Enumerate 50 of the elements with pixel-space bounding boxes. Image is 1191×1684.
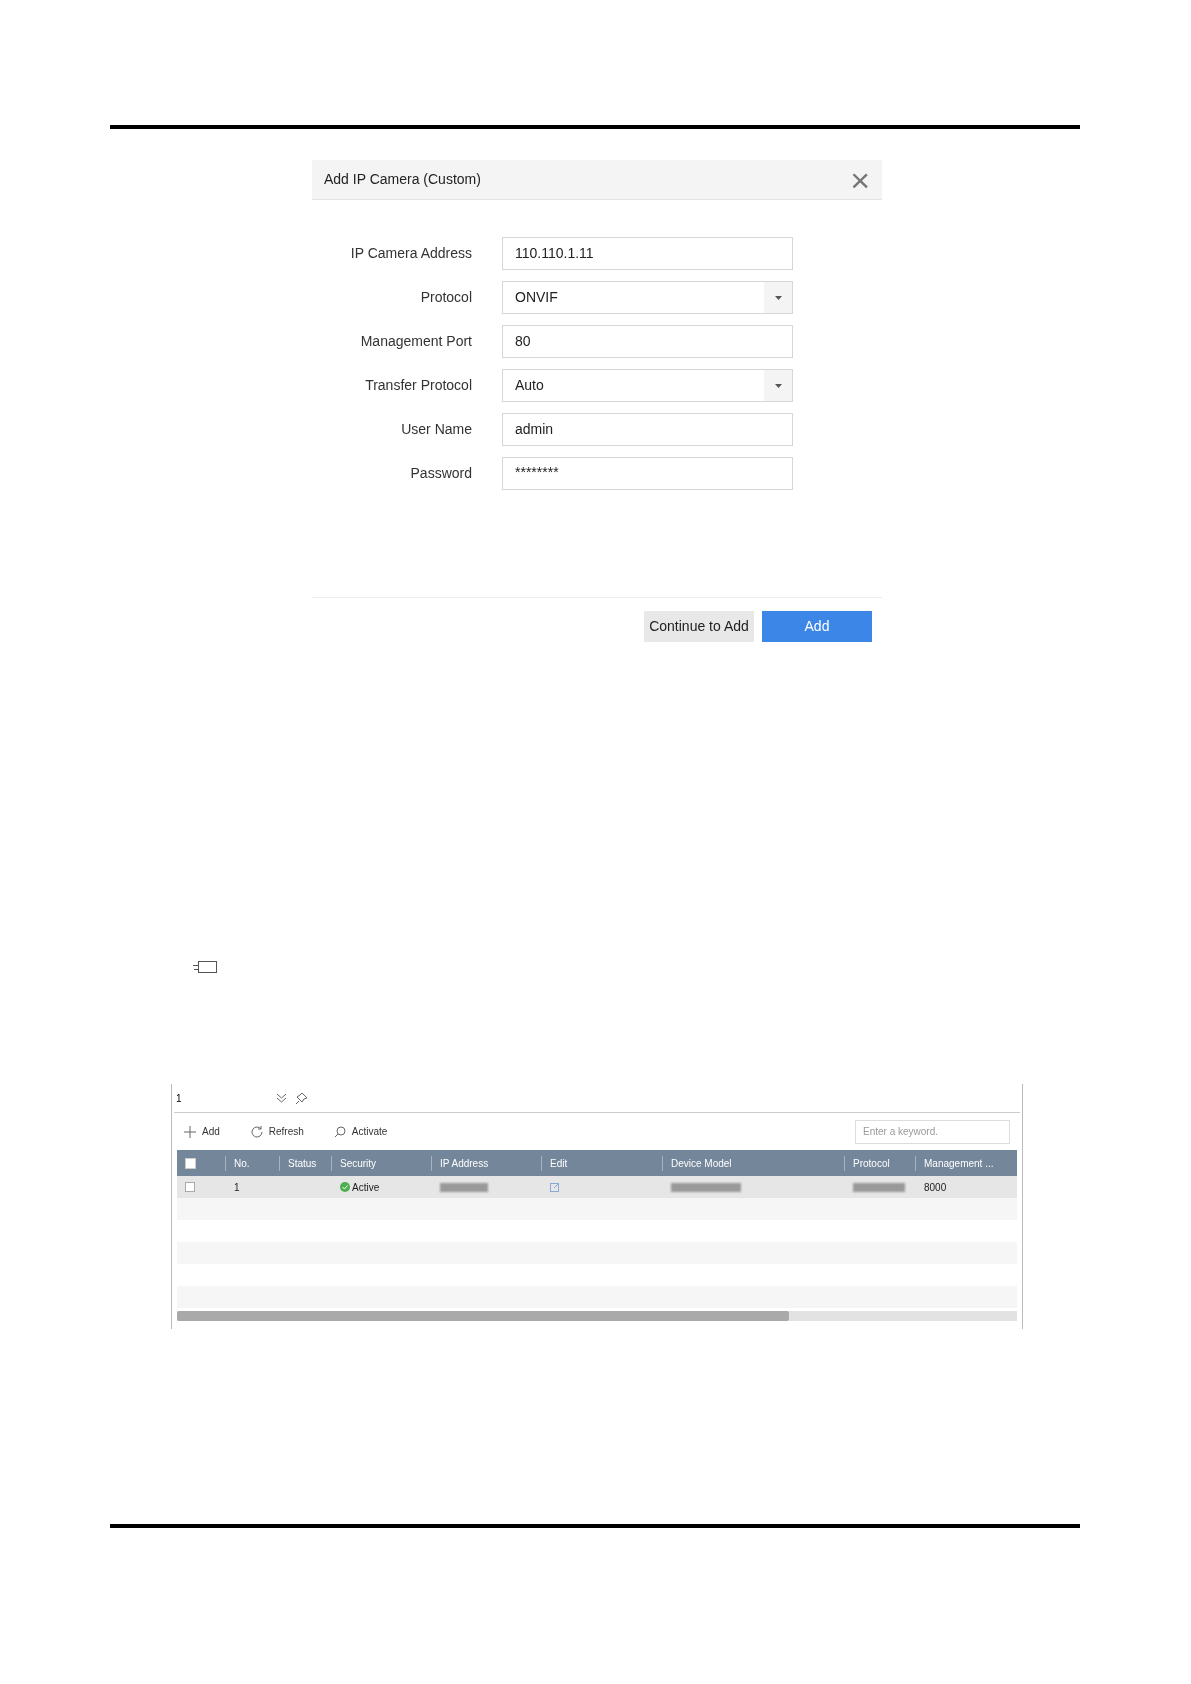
device-count: 1	[175, 1091, 183, 1106]
blurred-text	[671, 1182, 741, 1192]
table-row[interactable]: 1 Active 8000	[177, 1176, 1017, 1198]
table-cell-text: 8000	[924, 1180, 947, 1195]
table-cell-text: 1	[234, 1180, 240, 1195]
collapse-icon[interactable]	[276, 1093, 287, 1103]
column-header[interactable]: Management ...	[915, 1155, 1003, 1171]
column-header[interactable]: Status	[279, 1155, 331, 1171]
column-header[interactable]: No.	[225, 1155, 279, 1171]
blurred-text	[440, 1182, 488, 1192]
refresh-button[interactable]: Refresh	[249, 1124, 304, 1139]
refresh-icon	[249, 1125, 263, 1138]
input-field[interactable]: 110.110.1.11	[502, 237, 793, 270]
plus-icon	[184, 1125, 196, 1138]
check-circle-icon	[340, 1182, 350, 1192]
field-label: User Name	[400, 420, 472, 439]
continue-button[interactable]: Continue to Add	[644, 611, 754, 642]
caret-icon	[774, 295, 782, 300]
add-button[interactable]: Add	[184, 1124, 220, 1139]
close-button[interactable]: ×	[850, 162, 870, 197]
scrollbar-thumb[interactable]	[177, 1311, 789, 1321]
field-label: Management Port	[359, 332, 472, 351]
edit-icon[interactable]	[550, 1182, 560, 1192]
device-icon	[193, 960, 218, 974]
field-label: Protocol	[419, 288, 472, 307]
input-field[interactable]: 80	[502, 325, 793, 358]
caret-icon	[774, 383, 782, 388]
pin-icon[interactable]	[295, 1091, 308, 1105]
dropdown[interactable]: Auto	[502, 369, 793, 402]
field-label: Password	[409, 464, 472, 483]
add-button[interactable]: Add	[762, 611, 872, 642]
column-header[interactable]: IP Address	[431, 1155, 541, 1171]
dropdown[interactable]: ONVIF	[502, 281, 793, 314]
checkbox[interactable]	[185, 1182, 195, 1192]
security-status: Active	[340, 1179, 380, 1195]
column-header[interactable]: Edit	[541, 1155, 662, 1171]
column-header[interactable]: Protocol	[844, 1155, 915, 1171]
scrollbar[interactable]	[177, 1311, 1017, 1321]
column-header[interactable]: Device Model	[662, 1155, 844, 1171]
input-field[interactable]: ********	[502, 457, 793, 490]
field-label: IP Camera Address	[349, 244, 472, 263]
dialog-title: Add IP Camera (Custom)	[324, 170, 481, 189]
input-field[interactable]: admin	[502, 413, 793, 446]
blurred-text	[853, 1182, 905, 1192]
field-label: Transfer Protocol	[364, 376, 472, 395]
search-field[interactable]: Enter a keyword.	[855, 1119, 1010, 1144]
checkbox[interactable]	[185, 1157, 196, 1169]
column-header[interactable]: Security	[331, 1155, 431, 1171]
activate-button[interactable]: Activate	[333, 1124, 388, 1139]
search-icon	[333, 1125, 346, 1138]
